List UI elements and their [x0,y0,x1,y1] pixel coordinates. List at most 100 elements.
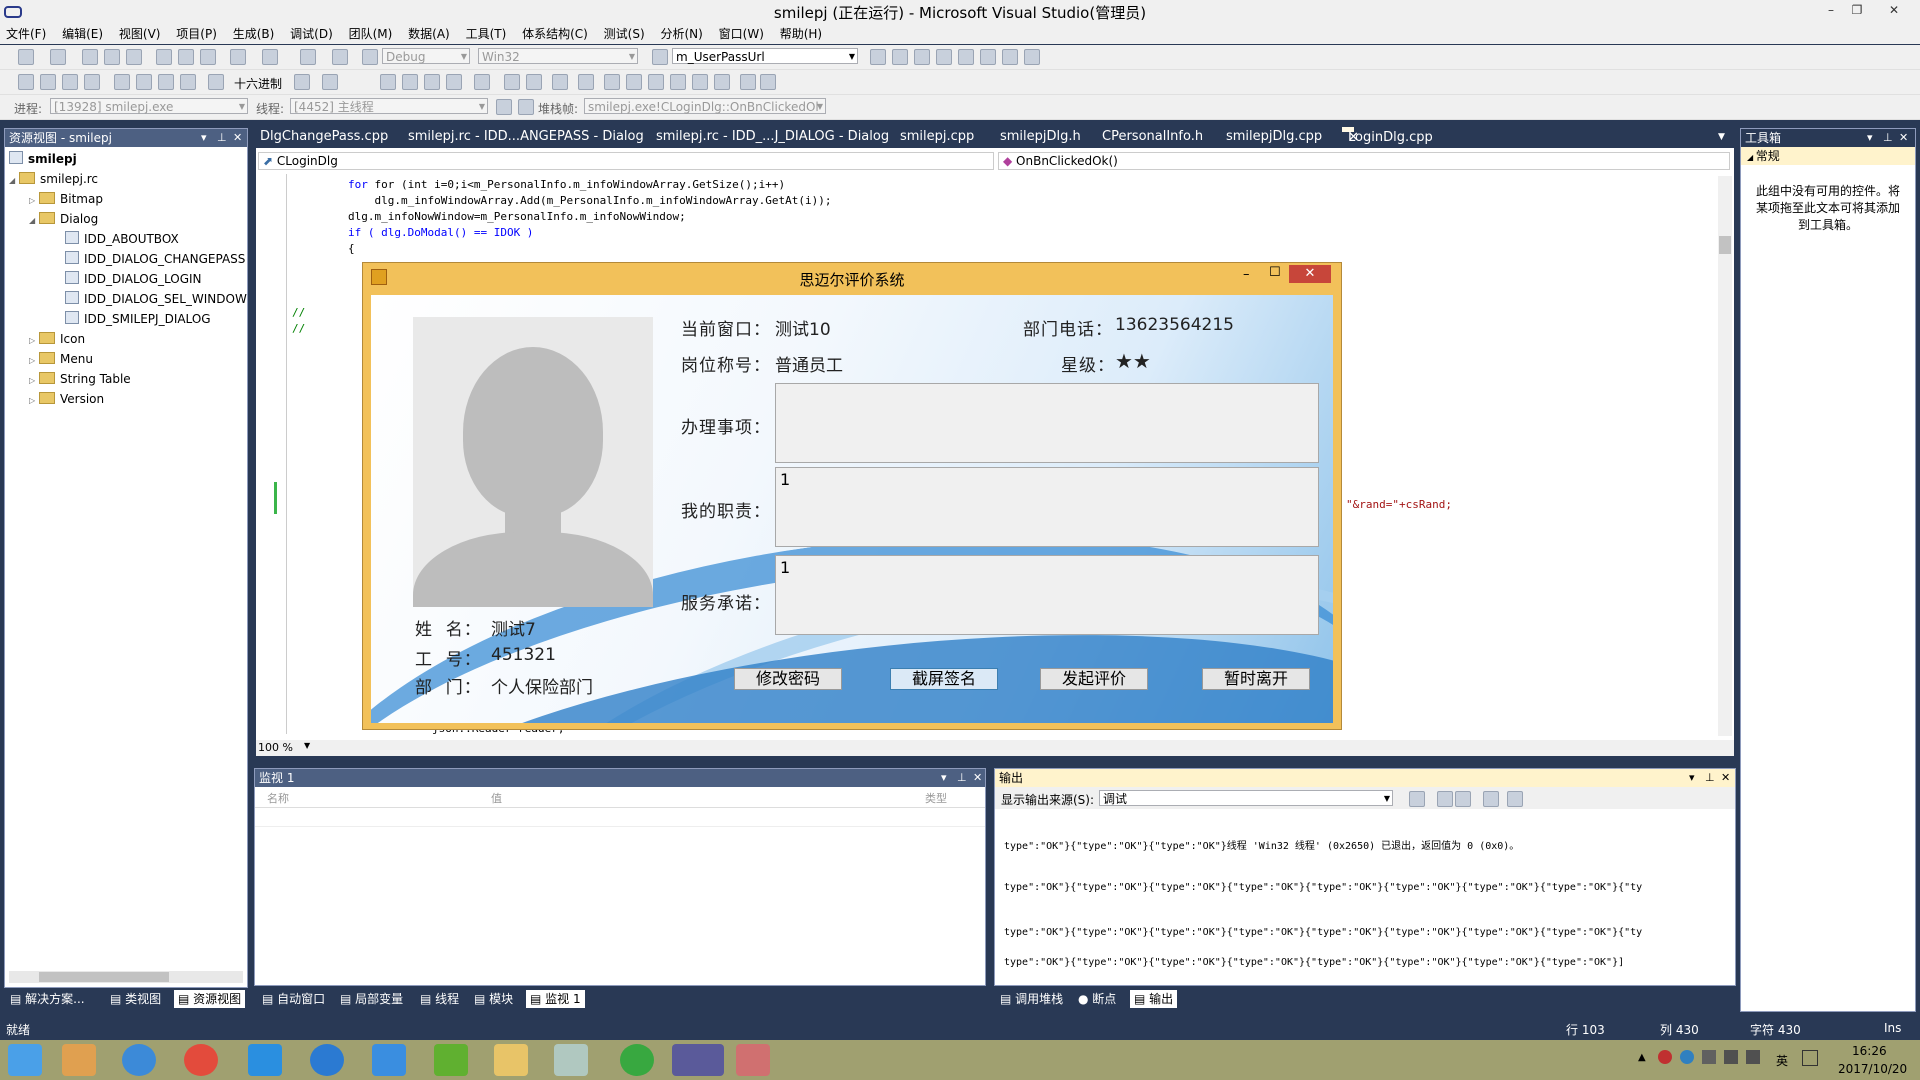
smilepj-app-icon[interactable] [736,1044,770,1076]
watch-empty-row[interactable] [255,808,985,827]
collapsed-arrow-icon[interactable]: ▷ [29,391,39,411]
panel-dropdown-icon[interactable]: ▾ [1689,769,1695,787]
tab-smilepj-cpp[interactable]: smilepj.cpp [900,129,974,144]
clock-time[interactable]: 16:26 [1852,1044,1887,1058]
expanded-arrow-icon[interactable]: ◢ [29,211,39,231]
start-page-icon[interactable] [980,49,996,65]
step-out-icon[interactable] [180,74,196,90]
iqiyi-icon[interactable] [434,1044,468,1076]
file-explorer-icon[interactable] [494,1044,528,1076]
menu-view[interactable]: 视图(V) [113,22,167,45]
network-app-icon[interactable] [248,1044,282,1076]
properties-icon[interactable] [892,49,908,65]
tab-breakpoints[interactable]: ● 断点 [1078,990,1116,1008]
menu-team[interactable]: 团队(M) [343,22,399,45]
tab-solution-explorer[interactable]: ▤ 解决方案... [10,990,92,1008]
menu-architecture[interactable]: 体系结构(C) [516,22,594,45]
flag-tray-icon[interactable] [1702,1050,1716,1064]
navigate-forward-icon[interactable] [332,49,348,65]
menu-test[interactable]: 测试(S) [598,22,651,45]
app-launcher-icon[interactable] [62,1044,96,1076]
tab-dlgchangepass-cpp[interactable]: DlgChangePass.cpp [260,129,388,144]
breakpoint-window-icon[interactable] [294,74,310,90]
duty-textbox[interactable]: 1 [775,467,1319,547]
ie-icon[interactable] [310,1044,344,1076]
undo-icon[interactable] [230,49,246,65]
bookmark-next-file-icon[interactable] [714,74,730,90]
copy-icon[interactable] [178,49,194,65]
matters-textbox[interactable] [775,383,1319,463]
pin-icon[interactable]: ⊥ [1883,129,1893,147]
tray-expand-icon[interactable]: ▲ [1638,1052,1646,1063]
pin-icon[interactable]: ⊥ [957,769,967,787]
clear-all-icon[interactable] [1483,791,1499,807]
tab-list-dropdown-icon[interactable]: ▼ [1718,132,1725,142]
save-icon[interactable] [104,49,120,65]
collapse-arrow-icon[interactable]: ◢ [1747,153,1756,162]
dialog-minimize-button[interactable]: – [1243,267,1250,282]
memory-window-icon[interactable] [380,74,396,90]
word-wrap-icon[interactable] [1507,791,1523,807]
find-message-icon[interactable] [1409,791,1425,807]
class-view-icon[interactable] [1002,49,1018,65]
step-into-icon[interactable] [136,74,152,90]
new-project-icon[interactable] [18,49,34,65]
output-source-select[interactable]: 调试 ▼ [1099,790,1393,806]
zoom-level[interactable]: 100 % [258,741,293,754]
scrollbar-thumb[interactable] [1719,236,1731,254]
collapsed-arrow-icon[interactable]: ▷ [29,351,39,371]
tray-app-icon[interactable] [1680,1050,1694,1064]
disassembly-icon[interactable] [424,74,440,90]
next-message-icon[interactable] [1455,791,1471,807]
tab-modules[interactable]: ▤ 模块 [474,990,513,1008]
breakpoint-icon[interactable] [322,74,338,90]
tree-item[interactable]: IDD_ABOUTBOX [9,229,247,249]
add-item-icon[interactable] [50,49,66,65]
bookmark-icon[interactable] [552,74,568,90]
toolbox-icon[interactable] [936,49,952,65]
menu-tools[interactable]: 工具(T) [460,22,513,45]
pin-icon[interactable]: ⊥ [1705,769,1715,787]
menu-window[interactable]: 窗口(W) [713,22,770,45]
zoom-dropdown-icon[interactable]: ▼ [304,741,310,750]
continue-icon[interactable] [18,74,34,90]
tree-item[interactable]: IDD_DIALOG_LOGIN [9,269,247,289]
tab-output[interactable]: ▤ 输出 [1130,990,1178,1008]
collapsed-arrow-icon[interactable]: ▷ [29,371,39,391]
tab-resource-view[interactable]: ▤ 资源视图 [174,990,246,1008]
open-file-icon[interactable] [82,49,98,65]
tab-locals[interactable]: ▤ 局部变量 [340,990,403,1008]
change-password-button[interactable]: 修改密码 [734,668,842,690]
save-all-icon[interactable] [126,49,142,65]
pause-icon[interactable] [40,74,56,90]
tab-cpersonalinfo-h[interactable]: CPersonalInfo.h [1102,129,1203,144]
tree-item[interactable]: ◢ smilepj.rc [9,169,247,189]
column-value[interactable]: 值 [491,790,502,806]
tab-close-icon[interactable]: ✕ [1348,130,1359,145]
vertical-scrollbar[interactable] [1718,176,1732,736]
pin-icon[interactable]: ⊥ [217,129,227,147]
menu-build[interactable]: 生成(B) [227,22,281,45]
configuration-select[interactable]: Debug ▼ [382,48,470,64]
bookmark-folder-icon[interactable] [648,74,664,90]
horizontal-scrollbar[interactable] [9,971,243,983]
menu-edit[interactable]: 编辑(E) [56,22,109,45]
column-name[interactable]: 名称 [267,790,289,806]
indent-icon[interactable] [474,74,490,90]
tab-threads[interactable]: ▤ 线程 [420,990,459,1008]
scrollbar-thumb[interactable] [39,972,169,982]
delete-bookmark-icon[interactable] [740,74,756,90]
process-select[interactable]: [13928] smilepj.exe ▼ [50,98,248,114]
redo-icon[interactable] [262,49,278,65]
panel-close-icon[interactable]: ✕ [233,129,242,147]
quick-watch-icon[interactable] [208,74,224,90]
tab-autos[interactable]: ▤ 自动窗口 [262,990,325,1008]
prev-bookmark-icon[interactable] [604,74,620,90]
toolbox-group-general[interactable]: ◢ 常规 [1741,147,1915,165]
minimize-button[interactable]: – [1820,2,1842,18]
next-bookmark-icon[interactable] [578,74,594,90]
restart-icon[interactable] [84,74,100,90]
start-debug-icon[interactable] [362,49,378,65]
start-evaluation-button[interactable]: 发起评价 [1040,668,1148,690]
menu-help[interactable]: 帮助(H) [774,22,828,45]
